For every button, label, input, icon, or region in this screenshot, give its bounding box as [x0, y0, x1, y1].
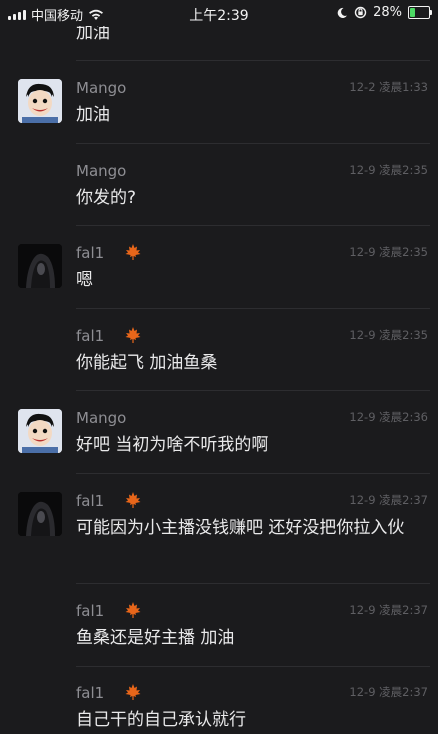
avatar[interactable] — [18, 492, 62, 536]
message-text: 嗯 — [76, 270, 93, 290]
avatar[interactable] — [18, 79, 62, 123]
avatar[interactable] — [18, 244, 62, 288]
author-name[interactable]: fal1 — [76, 492, 104, 510]
timestamp: 12-9 凌晨2:36 — [349, 410, 428, 424]
timestamp: 12-2 凌晨1:33 — [349, 80, 428, 94]
message-item[interactable]: fal1 12-9 凌晨2:37 自己干的自己承认就行 — [0, 667, 438, 734]
timestamp: 12-9 凌晨2:37 — [349, 685, 428, 699]
fal1-avatar-icon — [18, 492, 62, 536]
message-text: 好吧 当初为啥不听我的啊 — [76, 435, 269, 455]
author-name[interactable]: fal1 — [76, 602, 104, 620]
fal1-avatar-icon — [18, 244, 62, 288]
maple-leaf-icon — [125, 492, 141, 508]
message-text: 加油 — [76, 105, 110, 125]
message-text: 你发的? — [76, 188, 137, 208]
mango-avatar-icon — [18, 79, 62, 123]
message-text: 鱼桑还是好主播 加油 — [76, 628, 235, 648]
orientation-lock-icon — [354, 6, 367, 19]
maple-leaf-icon — [125, 327, 141, 343]
battery-charging-icon — [408, 6, 432, 19]
timestamp: 12-9 凌晨2:37 — [349, 603, 428, 617]
author-name[interactable]: Mango — [76, 409, 126, 427]
message-text: 自己干的自己承认就行 — [76, 710, 246, 730]
maple-leaf-icon — [125, 602, 141, 618]
message-item[interactable]: fal1 12-9 凌晨2:37 可能因为小主播没钱赚吧 还好没把你拉入伙 — [0, 474, 438, 584]
author-name[interactable]: fal1 — [76, 327, 104, 345]
battery-percent: 28% — [373, 5, 402, 20]
message-item[interactable]: Mango 12-9 凌晨2:35 你发的? — [0, 144, 438, 226]
timestamp: 12-9 凌晨2:35 — [349, 245, 428, 259]
message-text: 可能因为小主播没钱赚吧 还好没把你拉入伙 — [76, 518, 405, 538]
author-name[interactable]: fal1 — [76, 244, 104, 262]
mango-avatar-icon — [18, 409, 62, 453]
timestamp: 12-9 凌晨2:35 — [349, 328, 428, 342]
avatar[interactable] — [18, 409, 62, 453]
author-name[interactable]: Mango — [76, 162, 126, 180]
message-item[interactable]: fal1 12-9 凌晨2:35 嗯 — [0, 226, 438, 309]
author-name[interactable]: Mango — [76, 79, 126, 97]
message-item[interactable]: Mango 12-2 凌晨1:33 加油 — [0, 61, 438, 144]
maple-leaf-icon — [125, 244, 141, 260]
timestamp: 12-9 凌晨2:37 — [349, 493, 428, 507]
message-item[interactable]: Mango 12-9 凌晨2:36 好吧 当初为啥不听我的啊 — [0, 391, 438, 474]
timestamp: 12-9 凌晨2:35 — [349, 163, 428, 177]
moon-icon — [337, 7, 348, 18]
message-item[interactable]: fal1 12-9 凌晨2:35 你能起飞 加油鱼桑 — [0, 309, 438, 391]
author-name[interactable]: fal1 — [76, 684, 104, 702]
maple-leaf-icon — [125, 684, 141, 700]
message-text: 你能起飞 加油鱼桑 — [76, 353, 218, 373]
status-bar: 中国移动 上午2:39 28% — [0, 0, 438, 26]
message-item[interactable]: fal1 12-9 凌晨2:37 鱼桑还是好主播 加油 — [0, 584, 438, 667]
